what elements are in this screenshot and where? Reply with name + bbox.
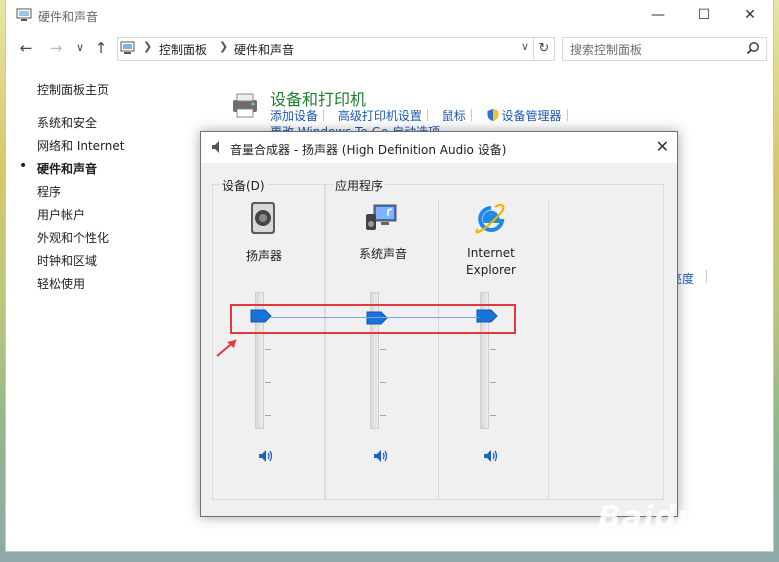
breadcrumb-current[interactable]: 硬件和声音 <box>234 41 294 58</box>
shield-icon <box>487 109 499 121</box>
tick-mark <box>265 382 271 383</box>
refresh-icon[interactable]: ↻ <box>533 37 555 61</box>
tick-mark <box>380 415 386 416</box>
channel-label: 系统声音 <box>358 247 407 261</box>
apps-group-label: 应用程序 <box>333 177 386 194</box>
mute-speaker-icon[interactable] <box>257 448 273 464</box>
advanced-printer-link[interactable]: 高级打印机设置 <box>338 109 422 123</box>
back-arrow-icon[interactable]: ← <box>16 39 36 57</box>
sidebar-item-ease-of-access[interactable]: 轻松使用 <box>37 275 85 292</box>
tick-mark <box>490 349 496 350</box>
link-separator <box>706 270 707 283</box>
sidebar-item-appearance[interactable]: 外观和个性化 <box>37 229 109 246</box>
search-icon[interactable] <box>746 41 760 55</box>
sidebar-item-programs[interactable]: 程序 <box>37 183 61 200</box>
sidebar-item-hardware-sound[interactable]: 硬件和声音 <box>37 160 97 177</box>
sidebar-item-user-accounts[interactable]: 用户帐户 <box>37 206 85 223</box>
breadcrumb-separator-icon: ❯ <box>219 40 229 53</box>
breadcrumb-control-panel[interactable]: 控制面板 <box>159 41 207 58</box>
tick-mark <box>490 382 496 383</box>
annotation-arrow-icon <box>216 339 237 357</box>
recent-chevron-icon[interactable]: ∨ <box>70 39 90 57</box>
close-button[interactable]: ✕ <box>727 0 773 31</box>
address-dropdown-icon[interactable]: ∨ <box>521 40 529 53</box>
tick-mark <box>380 349 386 350</box>
maximize-button[interactable]: ☐ <box>681 0 727 31</box>
device-manager-link[interactable]: 设备管理器 <box>502 109 562 123</box>
search-box[interactable] <box>562 37 767 61</box>
sidebar-item-network[interactable]: 网络和 Internet <box>37 137 124 154</box>
channel-label: 扬声器 <box>245 249 282 263</box>
search-input[interactable] <box>568 40 742 60</box>
mouse-link[interactable]: 鼠标 <box>442 109 466 123</box>
tick-mark <box>265 415 271 416</box>
window-title: 硬件和声音 <box>38 10 99 24</box>
mixer-close-button[interactable]: ✕ <box>656 137 669 156</box>
mute-speaker-icon[interactable] <box>482 448 498 464</box>
internet-explorer-icon[interactable] <box>473 201 509 237</box>
title-bar: 硬件和声音 — ☐ ✕ <box>6 0 773 31</box>
tick-mark <box>265 349 271 350</box>
current-item-bullet-icon: • <box>19 158 28 174</box>
minimize-button[interactable]: — <box>635 0 681 31</box>
highlight-box <box>230 304 516 334</box>
control-panel-icon <box>16 8 32 21</box>
mute-speaker-icon[interactable] <box>372 448 388 464</box>
address-box[interactable]: ❯ 控制面板 ❯ 硬件和声音 ∨ <box>117 37 534 61</box>
printer-icon <box>233 93 257 118</box>
channel-label: Internet Explorer <box>466 246 516 277</box>
tick-mark <box>380 382 386 383</box>
tick-mark <box>490 415 496 416</box>
add-device-link[interactable]: 添加设备 <box>270 109 318 123</box>
channel-divider <box>438 200 439 498</box>
mixer-title: 音量合成器 - 扬声器 (High Definition Audio 设备) <box>230 143 507 157</box>
baidu-watermark-url: jingyan.baidu.com <box>640 528 751 542</box>
system-sounds-icon[interactable] <box>364 200 400 236</box>
forward-arrow-icon[interactable]: → <box>46 39 66 57</box>
speaker-icon <box>212 141 219 153</box>
device-group-label: 设备(D) <box>220 177 267 194</box>
channel-divider <box>548 200 549 498</box>
mixer-title-bar: 音量合成器 - 扬声器 (High Definition Audio 设备) ✕ <box>201 132 677 163</box>
address-bar-row: ← → ∨ ↑ ❯ 控制面板 ❯ 硬件和声音 ∨ ↻ <box>6 31 773 65</box>
sidebar-item-security[interactable]: 系统和安全 <box>37 114 97 131</box>
speaker-device-icon[interactable] <box>245 200 281 236</box>
up-arrow-icon[interactable]: ↑ <box>91 39 111 57</box>
category-links: 添加设备 高级打印机设置 鼠标 设备管理器 <box>270 107 578 124</box>
sidebar-item-clock-region[interactable]: 时钟和区域 <box>37 252 97 269</box>
breadcrumb-separator-icon: ❯ <box>143 40 153 53</box>
control-panel-small-icon <box>120 41 135 54</box>
sidebar-item-home[interactable]: 控制面板主页 <box>37 81 109 98</box>
